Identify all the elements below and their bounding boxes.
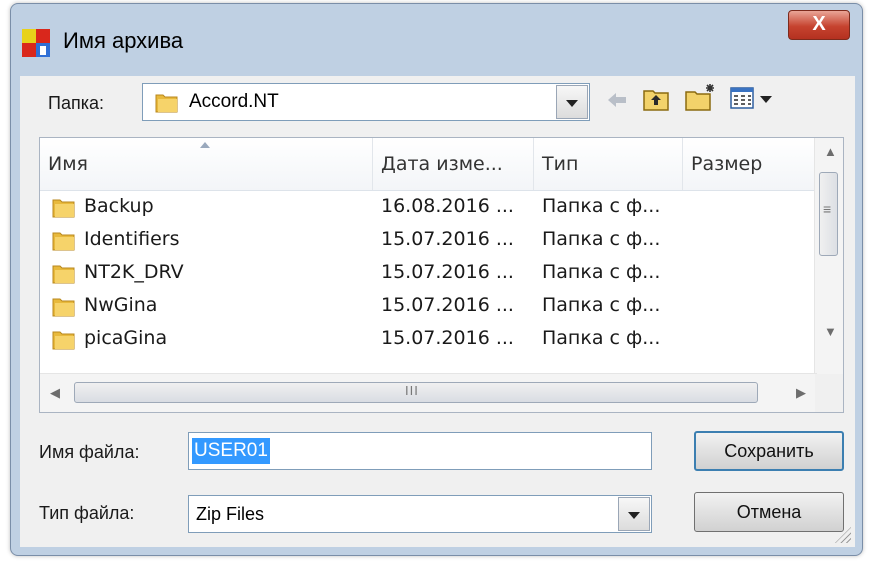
folder-icon bbox=[52, 265, 75, 284]
view-menu-button[interactable] bbox=[730, 86, 776, 112]
column-header-name[interactable]: Имя bbox=[40, 138, 373, 190]
file-size bbox=[691, 256, 811, 289]
table-row[interactable]: Identifiers 15.07.2016 ... Папка с ф... bbox=[40, 223, 816, 256]
file-type: Папка с ф... bbox=[542, 261, 661, 283]
scroll-right-icon[interactable]: ▶ bbox=[796, 385, 806, 401]
column-header-date[interactable]: Дата изме... bbox=[373, 138, 534, 190]
horizontal-scrollbar[interactable]: ◀ III ▶ bbox=[40, 373, 817, 412]
file-date: 16.08.2016 ... bbox=[381, 195, 514, 217]
file-list[interactable]: Имя Дата изме... Тип Размер Backup 16.08.… bbox=[39, 137, 844, 413]
up-folder-icon[interactable] bbox=[642, 86, 670, 112]
folder-dropdown-button[interactable] bbox=[556, 85, 588, 119]
filetype-select[interactable]: Zip Files bbox=[188, 495, 652, 533]
scroll-left-icon[interactable]: ◀ bbox=[50, 385, 60, 401]
filename-input[interactable]: USER01 bbox=[188, 432, 652, 470]
file-size bbox=[691, 322, 811, 355]
file-type: Папка с ф... bbox=[542, 195, 661, 217]
file-size bbox=[691, 223, 811, 256]
table-row[interactable]: picaGina 15.07.2016 ... Папка с ф... bbox=[40, 322, 816, 355]
scroll-grip-icon: ≡ bbox=[823, 201, 832, 217]
new-folder-icon[interactable] bbox=[684, 82, 718, 112]
file-size bbox=[691, 190, 811, 223]
file-type: Папка с ф... bbox=[542, 228, 661, 250]
chevron-down-icon bbox=[566, 100, 578, 107]
filetype-label: Тип файла: bbox=[39, 503, 135, 523]
filetype-value: Zip Files bbox=[196, 504, 265, 524]
close-icon: X bbox=[812, 13, 826, 35]
window-title: Имя архива bbox=[63, 28, 184, 53]
view-menu-icon bbox=[730, 87, 754, 109]
table-row[interactable]: NT2K_DRV 15.07.2016 ... Папка с ф... bbox=[40, 256, 816, 289]
table-row[interactable]: NwGina 15.07.2016 ... Папка с ф... bbox=[40, 289, 816, 322]
scrollbar-corner bbox=[815, 374, 843, 412]
horizontal-scroll-thumb[interactable]: III bbox=[74, 382, 758, 403]
sort-ascending-icon bbox=[200, 142, 210, 148]
app-icon bbox=[22, 29, 50, 57]
column-header-label: Имя bbox=[48, 153, 88, 175]
file-name: NwGina bbox=[84, 294, 158, 316]
vertical-scroll-thumb[interactable]: ≡ bbox=[819, 172, 838, 256]
file-name: Identifiers bbox=[84, 228, 180, 250]
file-type: Папка с ф... bbox=[542, 327, 661, 349]
filename-value: USER01 bbox=[192, 438, 270, 464]
filetype-dropdown-button[interactable] bbox=[618, 497, 650, 531]
file-date: 15.07.2016 ... bbox=[381, 228, 514, 250]
scroll-up-icon[interactable]: ▲ bbox=[824, 144, 837, 159]
file-date: 15.07.2016 ... bbox=[381, 294, 514, 316]
close-button[interactable]: X bbox=[788, 10, 850, 40]
title-bar[interactable]: Имя архива X bbox=[11, 4, 862, 76]
folder-icon bbox=[52, 331, 75, 350]
column-header-label: Дата изме... bbox=[381, 153, 503, 175]
current-folder-name: Accord.NT bbox=[189, 91, 279, 112]
folder-icon bbox=[52, 199, 75, 218]
table-row[interactable]: Backup 16.08.2016 ... Папка с ф... bbox=[40, 190, 816, 223]
chevron-down-icon bbox=[760, 96, 772, 103]
file-name: Backup bbox=[84, 195, 154, 217]
list-header: Имя Дата изме... Тип Размер bbox=[40, 138, 816, 191]
column-header-label: Размер bbox=[691, 153, 763, 175]
file-date: 15.07.2016 ... bbox=[381, 261, 514, 283]
chevron-down-icon bbox=[628, 512, 640, 519]
column-header-label: Тип bbox=[542, 153, 579, 175]
filename-label: Имя файла: bbox=[39, 442, 140, 462]
folder-icon bbox=[52, 232, 75, 251]
scroll-grip-icon: III bbox=[405, 383, 419, 398]
scroll-down-icon[interactable]: ▼ bbox=[824, 324, 837, 339]
vertical-scrollbar[interactable]: ▲ ≡ ▼ bbox=[814, 138, 843, 374]
file-date: 15.07.2016 ... bbox=[381, 327, 514, 349]
column-header-size[interactable]: Размер bbox=[683, 138, 816, 190]
folder-combo[interactable]: Accord.NT bbox=[142, 83, 590, 121]
save-archive-dialog: Имя архива X Папка: Accord.NT Имя Дата и… bbox=[10, 3, 863, 556]
file-name: NT2K_DRV bbox=[84, 261, 184, 283]
cancel-button[interactable]: Отмена bbox=[694, 492, 844, 532]
file-name: picaGina bbox=[84, 327, 168, 349]
folder-icon bbox=[52, 298, 75, 317]
folder-icon bbox=[155, 94, 178, 113]
column-header-type[interactable]: Тип bbox=[534, 138, 683, 190]
dialog-body: Папка: Accord.NT Имя Дата изме... Тип Ра… bbox=[20, 76, 855, 547]
save-button[interactable]: Сохранить bbox=[694, 431, 844, 471]
file-type: Папка с ф... bbox=[542, 294, 661, 316]
back-arrow-icon[interactable] bbox=[605, 88, 629, 112]
file-size bbox=[691, 289, 811, 322]
folder-label: Папка: bbox=[48, 93, 104, 113]
